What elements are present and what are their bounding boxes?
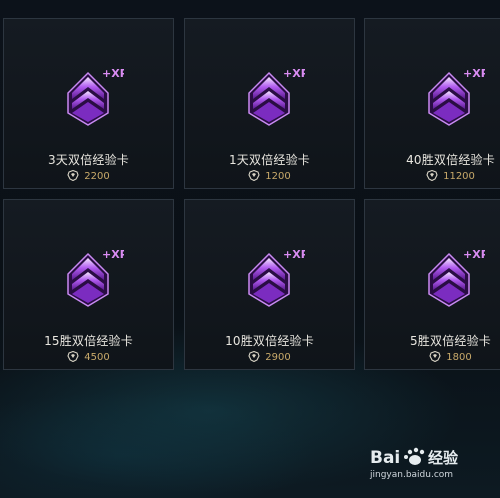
- xp-boost-chevron-icon: +XP: [428, 248, 485, 307]
- card-title: 15胜双倍经验卡: [44, 334, 133, 348]
- xp-boost-card-15-win[interactable]: +XP 15胜双倍经验卡 4500: [3, 199, 174, 370]
- price-value: 1200: [265, 171, 291, 182]
- price-value: 4500: [84, 352, 110, 363]
- card-price: 1800: [365, 351, 500, 363]
- xp-boost-chevron-icon: +XP: [67, 248, 124, 307]
- svg-text:+XP: +XP: [102, 67, 124, 80]
- baidu-logo: Bai 经验: [370, 447, 459, 468]
- card-price: 1200: [185, 170, 354, 182]
- xp-boost-chevron-icon: +XP: [428, 67, 485, 126]
- watermark-url: jingyan.baidu.com: [370, 470, 454, 480]
- price-value: 2900: [265, 352, 291, 363]
- baidu-jingyan-watermark: Bai 经验 jingyan.baidu.com: [370, 446, 480, 480]
- riot-points-icon: [67, 170, 79, 181]
- svg-text:+XP: +XP: [283, 67, 305, 80]
- xp-boost-chevron-icon: +XP: [248, 67, 305, 126]
- price-value: 11200: [443, 171, 475, 182]
- svg-text:+XP: +XP: [283, 248, 305, 261]
- riot-points-icon: [67, 351, 79, 362]
- xp-boost-card-1-day[interactable]: +XP 1天双倍经验卡 1200: [184, 18, 355, 189]
- riot-points-icon: [426, 170, 438, 181]
- card-title: 40胜双倍经验卡: [406, 153, 495, 167]
- svg-text:+XP: +XP: [463, 248, 485, 261]
- card-price: 2200: [4, 170, 173, 182]
- card-price: 2900: [185, 351, 354, 363]
- riot-points-icon: [429, 351, 441, 362]
- card-price: 11200: [365, 170, 500, 182]
- price-value: 2200: [84, 171, 110, 182]
- svg-text:+XP: +XP: [463, 67, 485, 80]
- card-title: 5胜双倍经验卡: [409, 334, 492, 348]
- price-value: 1800: [446, 352, 472, 363]
- card-title: 10胜双倍经验卡: [225, 334, 314, 348]
- xp-boost-card-10-win[interactable]: +XP 10胜双倍经验卡 2900: [184, 199, 355, 370]
- card-title: 1天双倍经验卡: [228, 153, 311, 167]
- riot-points-icon: [248, 351, 260, 362]
- card-title: 3天双倍经验卡: [47, 153, 130, 167]
- card-price: 4500: [4, 351, 173, 363]
- svg-text:经验: 经验: [428, 449, 459, 467]
- xp-boost-chevron-icon: +XP: [248, 248, 305, 307]
- xp-boost-card-3-day[interactable]: +XP 3天双倍经验卡 2200: [3, 18, 174, 189]
- xp-boost-card-40-win[interactable]: +XP 40胜双倍经验卡 11200: [364, 18, 500, 189]
- svg-text:+XP: +XP: [102, 248, 124, 261]
- svg-text:Bai: Bai: [370, 448, 400, 468]
- xp-boost-chevron-icon: +XP: [67, 67, 124, 126]
- xp-boost-card-5-win[interactable]: +XP 5胜双倍经验卡 1800: [364, 199, 500, 370]
- riot-points-icon: [248, 170, 260, 181]
